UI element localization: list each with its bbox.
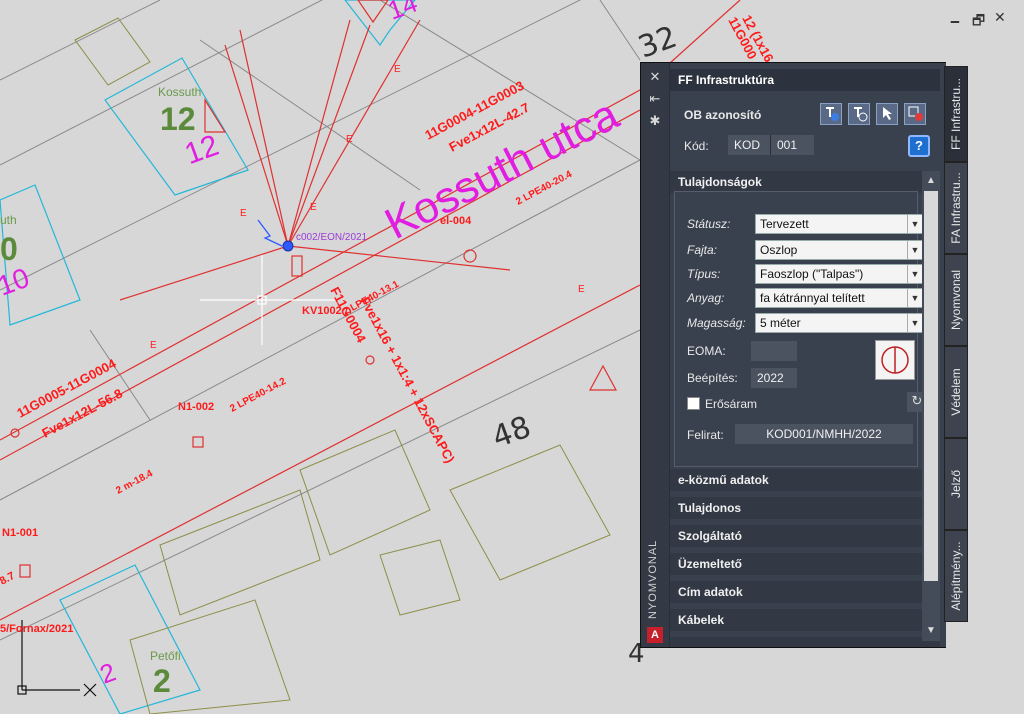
chevron-down-icon: ▼ <box>907 241 922 259</box>
map-label-eon: c002/EON/2021 <box>296 232 368 243</box>
kod-number-field[interactable]: 001 <box>770 135 814 155</box>
section-kabelek[interactable]: Kábelek◀ <box>670 609 940 631</box>
section-partial <box>670 637 940 647</box>
close-window-icon[interactable]: ✕ <box>994 10 1006 26</box>
section-label: Cím adatok <box>678 585 743 599</box>
add-object-icon[interactable] <box>820 103 842 125</box>
tipus-select[interactable]: Faoszlop ("Talpas") ▼ <box>755 264 923 284</box>
map-label-petofi: Petőfi <box>150 649 181 663</box>
tab-ff-infrastruktura[interactable]: FF Infrastru... <box>944 66 968 162</box>
tab-nyomvonal[interactable]: Nyomvonal <box>944 254 968 346</box>
map-label-kossuth: Kossuth <box>158 85 201 99</box>
scrollbar-thumb[interactable] <box>924 191 938 581</box>
statusz-value: Tervezett <box>760 217 809 231</box>
tab-label: Alépítmény... <box>949 541 963 611</box>
eoma-field[interactable] <box>751 341 797 361</box>
tab-jelzo[interactable]: Jelző <box>944 438 968 530</box>
select-object-icon[interactable] <box>848 103 870 125</box>
anyag-select[interactable]: fa kátránnyal telített ▼ <box>755 288 923 308</box>
erosaram-checkbox[interactable] <box>687 397 700 410</box>
map-label-2: 2 <box>153 663 171 699</box>
palette-title: FF Infrastruktúra <box>670 69 940 91</box>
chevron-down-icon: ▼ <box>907 215 922 233</box>
chevron-down-icon: ▼ <box>907 289 922 307</box>
statusz-select[interactable]: Tervezett ▼ <box>755 214 923 234</box>
section-label: Tulajdonságok <box>678 175 762 189</box>
section-tulajdonos[interactable]: Tulajdonos◀ <box>670 497 940 519</box>
palette-vertical-title: NYOMVONAL <box>647 539 659 619</box>
section-label: Kábelek <box>678 613 725 627</box>
tab-label: Védelem <box>949 368 963 416</box>
beepites-label: Beépítés: <box>687 371 738 385</box>
map-label-uth: uth <box>0 213 17 227</box>
chevron-down-icon: ▼ <box>907 314 922 332</box>
magassag-value: 5 méter <box>760 316 801 330</box>
erosaram-label: Erősáram <box>705 397 758 411</box>
minimize-icon[interactable]: 🗕 <box>950 10 960 34</box>
autohide-icon[interactable]: ⇤ <box>648 93 662 107</box>
app-logo-icon: A <box>647 627 663 643</box>
map-marker-e: E <box>310 202 317 213</box>
anyag-value: fa kátránnyal telített <box>760 291 865 305</box>
settings-icon[interactable]: ✱ <box>648 115 662 129</box>
map-marker-e: E <box>240 208 247 219</box>
section-label: Tulajdonos <box>678 501 742 515</box>
map-marker-e: E <box>394 64 401 75</box>
tab-label: FA Infrastru... <box>949 172 963 244</box>
kod-prefix-field[interactable]: KOD <box>728 135 770 155</box>
map-label-n1001: N1-001 <box>2 527 38 539</box>
tab-alepitmeny[interactable]: Alépítmény... <box>944 530 968 622</box>
pick-icon[interactable] <box>876 103 898 125</box>
section-label: Szolgáltató <box>678 529 743 543</box>
palette-title-strip[interactable]: ✕ ⇤ ✱ NYOMVONAL A <box>641 63 669 647</box>
fajta-value: Oszlop <box>760 243 798 257</box>
tipus-value: Faoszlop ("Talpas") <box>760 267 864 281</box>
section-szolgaltato[interactable]: Szolgáltató◀ <box>670 525 940 547</box>
restore-icon[interactable]: 🗗 <box>972 10 985 34</box>
close-palette-icon[interactable]: ✕ <box>648 71 662 85</box>
scroll-down-icon[interactable]: ▼ <box>924 623 938 639</box>
palette-content: FF Infrastruktúra OB azonosító Kód: KOD … <box>670 63 946 647</box>
section-cim[interactable]: Cím adatok◀ <box>670 581 940 603</box>
ob-label: OB azonosító <box>684 108 762 122</box>
tab-label: Jelző <box>949 469 963 499</box>
map-label-12: 12 <box>160 101 196 137</box>
tab-vedelem[interactable]: Védelem <box>944 346 968 438</box>
felirat-label: Felirat: <box>687 428 724 442</box>
tab-label: Nyomvonal <box>949 269 963 331</box>
tab-fa-infrastruktura[interactable]: FA Infrastru... <box>944 162 968 254</box>
chevron-down-icon: ▼ <box>907 265 922 283</box>
section-tulajdonsagok[interactable]: Tulajdonságok▼ <box>670 171 940 193</box>
map-marker-e: E <box>150 340 157 351</box>
map-label-el004: el-004 <box>440 215 472 227</box>
tipus-label: Típus: <box>687 267 721 281</box>
beepites-field[interactable]: 2022 <box>751 368 797 388</box>
kod-label: Kód: <box>684 139 709 153</box>
pole-symbol-icon <box>875 340 915 380</box>
map-label-0: 0 <box>0 231 18 267</box>
help-button[interactable]: ? <box>908 135 930 157</box>
map-label-n1002: N1-002 <box>178 401 214 413</box>
section-uzemelteto[interactable]: Üzemeltető◀ <box>670 553 940 575</box>
section-label: Üzemeltető <box>678 557 743 571</box>
statusz-label: Státusz: <box>687 217 731 231</box>
fajta-select[interactable]: Oszlop ▼ <box>755 240 923 260</box>
section-label: e-közmű adatok <box>678 473 769 487</box>
anyag-label: Anyag: <box>687 291 725 305</box>
felirat-field[interactable]: KOD001/NMHH/2022 <box>735 424 913 444</box>
magassag-label: Magasság: <box>687 316 746 330</box>
fajta-label: Fajta: <box>687 243 718 257</box>
vertical-scrollbar[interactable]: ▲ ▼ <box>922 171 940 641</box>
map-marker-e: E <box>578 284 585 295</box>
ff-infrastruktura-palette: ✕ ⇤ ✱ NYOMVONAL A FF Infrastruktúra OB a… <box>640 62 946 648</box>
delete-icon[interactable] <box>904 103 926 125</box>
magassag-select[interactable]: 5 méter ▼ <box>755 313 923 333</box>
scroll-up-icon[interactable]: ▲ <box>924 173 938 189</box>
properties-panel: Státusz: Tervezett ▼ Fajta: Oszlop ▼ Típus… <box>674 191 927 467</box>
map-label-fornax: 5/Fornax/2021 <box>0 623 73 635</box>
map-marker-e: E <box>346 134 353 145</box>
eoma-label: EOMA: <box>687 344 726 358</box>
section-ekozmu[interactable]: e-közmű adatok◀ <box>670 469 940 491</box>
tab-label: FF Infrastru... <box>949 77 963 151</box>
